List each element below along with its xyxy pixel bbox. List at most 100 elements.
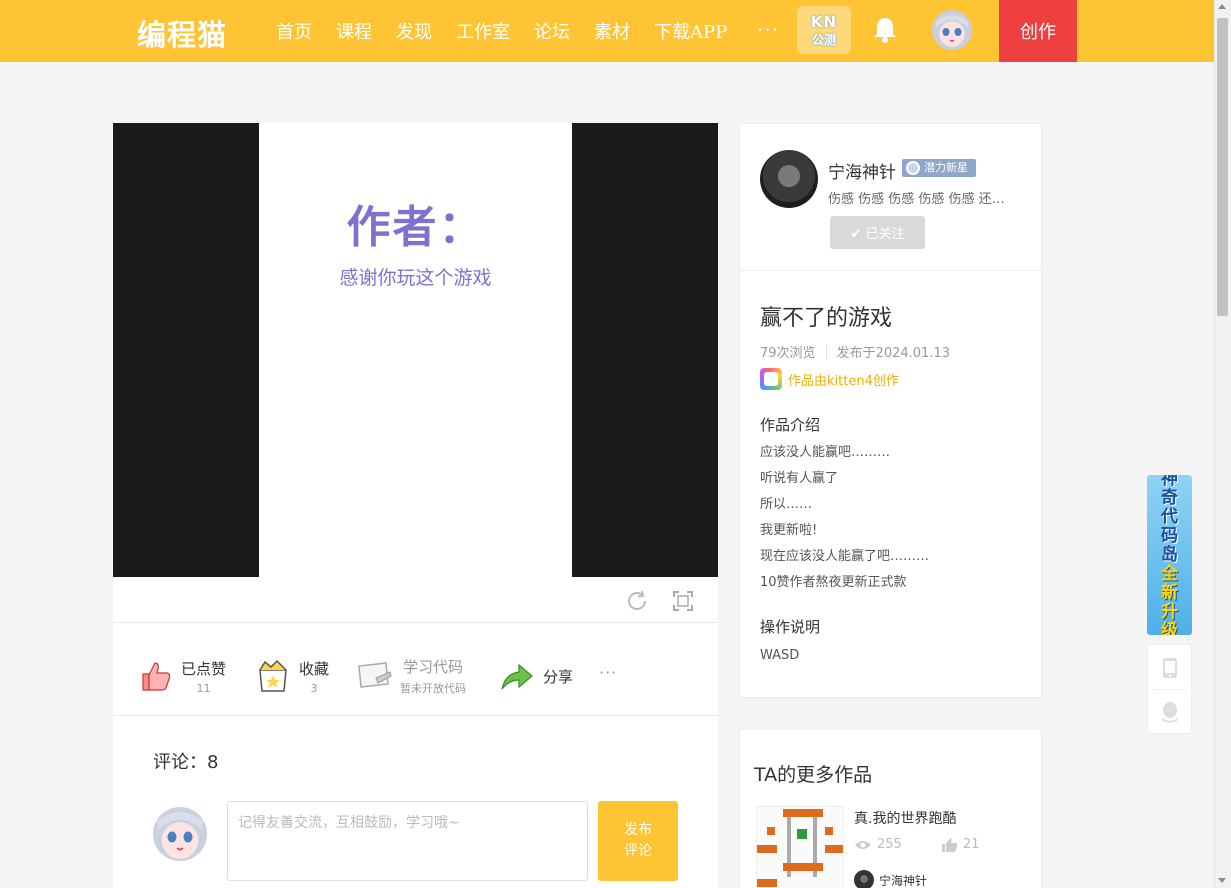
create-button[interactable]: 创作 xyxy=(999,0,1077,62)
site-logo[interactable]: 编程猫 xyxy=(137,12,227,54)
promo-char: 岛 xyxy=(1161,544,1178,565)
author-signature: 伤感 伤感 伤感 伤感 伤感 还… xyxy=(828,192,1005,207)
notification-bell-icon[interactable] xyxy=(872,16,898,44)
nav-more-icon[interactable]: ··· xyxy=(757,18,779,42)
avatar-face-icon xyxy=(936,15,968,42)
intro-heading: 作品介绍 xyxy=(760,416,821,434)
collect-box-icon xyxy=(259,659,287,692)
made-with-row[interactable]: 作品由kitten4创作 xyxy=(760,368,899,390)
meta-separator xyxy=(825,343,827,360)
kn-beta-badge[interactable]: KN 公测 xyxy=(797,6,851,54)
nav-download-app[interactable]: 下载APP xyxy=(654,18,727,44)
submit-comment-button[interactable]: 发布 评论 xyxy=(598,801,678,881)
promo-char: 奇 xyxy=(1161,487,1178,508)
scroll-down-arrow-icon[interactable] xyxy=(1218,878,1226,883)
more-work-views: 255 xyxy=(854,837,902,852)
divider xyxy=(1154,689,1187,690)
author-badge: 潜力新星 xyxy=(902,159,976,177)
study-code-label: 学习代码 xyxy=(402,658,463,676)
intro-line: 现在应该没人能赢了吧……… xyxy=(760,549,930,564)
more-work-title[interactable]: 真.我的世界跑酷 xyxy=(854,808,956,828)
like-label: 已点赞 xyxy=(181,659,227,678)
nav-materials[interactable]: 素材 xyxy=(594,18,630,44)
eye-icon xyxy=(855,840,871,849)
more-work-like-count: 21 xyxy=(963,837,980,852)
stage-subtitle-text: 感谢你玩这个游戏 xyxy=(339,267,492,289)
fullscreen-icon[interactable] xyxy=(671,589,695,613)
comment-input[interactable]: 记得友善交流，互相鼓励，学习哦~ xyxy=(227,801,588,881)
nav-courses[interactable]: 课程 xyxy=(336,18,372,44)
follow-button[interactable]: ✔ 已关注 xyxy=(830,216,925,249)
more-work-author-name: 宁海神针 xyxy=(879,873,928,888)
nav-studio[interactable]: 工作室 xyxy=(456,18,510,44)
parkour-thumbnail-art xyxy=(757,807,843,888)
ops-text: WASD xyxy=(760,648,800,663)
nav-discover[interactable]: 发现 xyxy=(396,18,432,44)
author-badge-text: 潜力新星 xyxy=(924,161,968,174)
promo-char: 码 xyxy=(1161,525,1178,546)
share-arrow-icon xyxy=(501,663,533,690)
publish-date: 发布于2024.01.13 xyxy=(836,346,950,361)
promo-char: 级 xyxy=(1161,620,1178,635)
promo-banner[interactable]: 神 奇 代 码 岛 全 新 升 级 xyxy=(1147,475,1192,635)
divider xyxy=(113,622,718,623)
more-work-likes: 21 xyxy=(942,837,980,852)
thumbs-up-icon xyxy=(142,662,171,691)
like-button[interactable]: 已点赞 11 xyxy=(137,655,226,697)
more-works-title: TA的更多作品 xyxy=(754,764,873,786)
more-work-author-avatar xyxy=(854,870,874,888)
game-stage[interactable]: 作者： 感谢你玩这个游戏 xyxy=(113,123,718,577)
ops-heading: 操作说明 xyxy=(760,618,821,636)
scroll-up-arrow-icon[interactable] xyxy=(1218,4,1226,9)
intro-text: 应该没人能赢吧……… 听说有人赢了 所以…… 我更新啦! 现在应该没人能赢了吧…… xyxy=(760,444,1030,600)
submit-line-1: 发布 xyxy=(624,822,652,838)
side-tools xyxy=(1147,644,1192,734)
share-label: 分享 xyxy=(543,667,574,686)
more-work-view-count: 255 xyxy=(877,837,902,852)
more-actions-icon[interactable]: ··· xyxy=(599,663,617,682)
qq-penguin-icon[interactable] xyxy=(1160,701,1180,723)
intro-line: 听说有人赢了 xyxy=(760,471,839,486)
study-code-button: 学习代码 暂未开放代码 xyxy=(356,655,466,697)
work-thumbnail[interactable] xyxy=(756,806,844,888)
restart-icon[interactable] xyxy=(625,589,649,613)
commenter-avatar xyxy=(153,807,207,861)
work-info-card: 宁海神针 潜力新星 伤感 伤感 伤感 伤感 伤感 还… ✔ 已关注 赢不了的游戏… xyxy=(739,123,1042,698)
collect-label: 收藏 xyxy=(299,659,330,678)
author-name[interactable]: 宁海神针 xyxy=(828,158,896,183)
promo-char: 升 xyxy=(1161,601,1178,622)
nav-home[interactable]: 首页 xyxy=(276,18,312,44)
nav-forum[interactable]: 论坛 xyxy=(534,18,570,44)
made-with-text: 作品由kitten4创作 xyxy=(788,373,899,389)
work-title: 赢不了的游戏 xyxy=(760,306,893,331)
collect-count: 3 xyxy=(310,681,318,695)
promo-char: 神 xyxy=(1161,475,1178,489)
player-card: 作者： 感谢你玩这个游戏 已点赞 11 收藏 3 学习代码 暂未开放代码 分享 … xyxy=(113,123,718,888)
study-code-sub: 暂未开放代码 xyxy=(400,682,466,695)
stage-title-text: 作者： xyxy=(346,202,485,253)
share-button[interactable]: 分享 xyxy=(499,655,573,697)
intro-line: 我更新啦! xyxy=(760,523,818,538)
collect-button[interactable]: 收藏 3 xyxy=(255,655,329,697)
badge-medal-icon xyxy=(906,161,920,175)
work-meta: 79次浏览 发布于2024.01.13 xyxy=(760,342,950,361)
kitten-app-icon xyxy=(760,368,782,390)
more-work-author[interactable]: 宁海神针 xyxy=(854,870,927,888)
user-avatar[interactable] xyxy=(932,10,972,50)
intro-line: 所以…… xyxy=(760,497,813,512)
author-avatar[interactable] xyxy=(760,150,818,208)
more-works-card: TA的更多作品 真.我的世界跑酷 255 21 宁海神针 xyxy=(739,729,1042,888)
divider xyxy=(113,715,718,716)
top-navigation-bar: 编程猫 首页 课程 发现 工作室 论坛 素材 下载APP ··· KN 公测 创… xyxy=(0,0,1214,62)
mobile-phone-icon[interactable] xyxy=(1161,657,1179,679)
kn-badge-bottom: 公测 xyxy=(811,32,836,47)
promo-char: 新 xyxy=(1161,582,1178,603)
comment-count: 评论：8 xyxy=(153,752,219,773)
kn-badge-top: KN xyxy=(810,12,838,31)
scrollbar-thumb[interactable] xyxy=(1217,18,1228,316)
like-count: 11 xyxy=(196,681,211,695)
thumb-icon xyxy=(942,837,958,852)
code-paper-icon xyxy=(358,662,392,688)
intro-line: 应该没人能赢吧……… xyxy=(760,445,891,460)
stage-canvas[interactable]: 作者： 感谢你玩这个游戏 xyxy=(259,123,572,577)
